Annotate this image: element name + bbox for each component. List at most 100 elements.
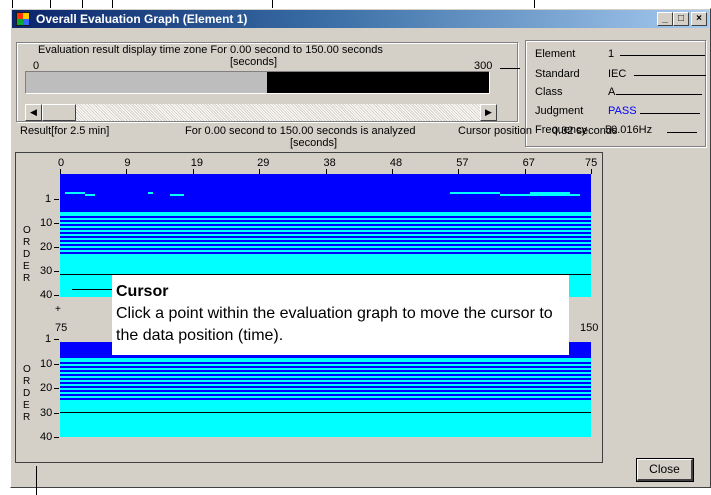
analyzed-unit: [seconds] [290, 137, 338, 149]
x-tick-label: 19 [190, 157, 203, 169]
y-tick-label: 30 [40, 265, 53, 277]
order-axis-letter: R [23, 376, 31, 387]
x-tick-label: 75 [55, 322, 68, 334]
standard-value: IEC [608, 68, 627, 80]
graph-line [60, 248, 591, 250]
y-tick-label: 30 [40, 406, 53, 419]
graph-line [60, 216, 591, 218]
graph-line [60, 220, 591, 222]
graph-mark [560, 194, 580, 196]
close-button[interactable]: Close [636, 458, 694, 482]
display-zone-label: Evaluation result display time zone For … [38, 44, 383, 56]
window-title: Overall Evaluation Graph (Element 1) [36, 12, 248, 26]
standard-label: Standard [535, 68, 580, 80]
graph-line [60, 398, 591, 400]
y-tick-mark [54, 247, 59, 248]
order-axis-letter: R [23, 237, 31, 248]
scroll-right-icon: ▶ [485, 107, 492, 117]
y-tick-mark [54, 412, 59, 414]
y-tick-label: 1 [45, 193, 52, 205]
graph-line [60, 244, 591, 246]
y-tick-mark [54, 271, 59, 272]
callout-line [36, 466, 37, 495]
title-bar[interactable]: Overall Evaluation Graph (Element 1) _ □… [12, 10, 709, 28]
cursor-leader-line [72, 289, 114, 290]
graph-line [60, 378, 591, 380]
bottom-evaluation-graph[interactable] [60, 342, 591, 437]
y-tick-label: 40 [40, 289, 53, 301]
y-tick-label: 40 [40, 431, 53, 443]
time-zone-scrollbar[interactable]: ◀ ▶ [25, 104, 497, 121]
graph-line [60, 382, 591, 384]
graph-line [60, 236, 591, 238]
x-tick-label: 9 [124, 157, 131, 169]
x-tick-mark [591, 169, 592, 174]
graph-mark [65, 192, 85, 194]
judgment-label: Judgment [535, 105, 584, 117]
cursor-position-value: 0.32 seconds [552, 125, 618, 137]
graph-mark [500, 194, 560, 196]
x-tick-label: 57 [456, 157, 469, 169]
scroll-thumb[interactable] [42, 104, 76, 121]
judgment-value: PASS [608, 105, 637, 117]
scroll-left-button[interactable]: ◀ [25, 104, 42, 121]
y-tick-mark [54, 199, 59, 200]
scroll-right-button[interactable]: ▶ [480, 104, 497, 121]
graph-line [60, 390, 591, 392]
cursor-tooltip: Cursor Click a point within the evaluati… [112, 275, 569, 355]
x-tick-label: 0 [58, 157, 65, 169]
result-label: Result[for 2.5 min] [20, 125, 110, 137]
minimize-button[interactable]: _ [657, 12, 673, 26]
x-tick-label: 48 [389, 157, 403, 169]
graph-line [60, 228, 591, 230]
graph-mark [170, 194, 184, 196]
order-axis-letter: E [23, 400, 30, 411]
callout-line [667, 132, 697, 133]
graph-mark [148, 192, 153, 194]
callout-line [616, 94, 702, 95]
x-tick-label: 29 [257, 157, 270, 169]
y-tick-mark [54, 223, 59, 224]
x-tick-label: 75 [585, 157, 598, 169]
order-reference-line [60, 412, 591, 413]
app-icon [16, 12, 30, 26]
graph-line [60, 370, 591, 372]
order-axis-letter: E [23, 261, 30, 272]
callout-line [640, 113, 700, 114]
tooltip-body: Click a point within the evaluation grap… [116, 305, 553, 344]
window-close-button[interactable]: × [691, 12, 707, 26]
y-tick-mark [54, 437, 59, 438]
maximize-button[interactable]: □ [673, 12, 689, 26]
x-tick-label: 150 [580, 322, 599, 334]
y-tick-mark [54, 295, 59, 296]
y-tick-mark [54, 388, 59, 389]
time-zone-bar[interactable] [25, 71, 490, 94]
order-axis-letter: O [23, 225, 31, 236]
graph-mark [450, 192, 500, 194]
graph-line [60, 252, 591, 254]
graph-line [60, 366, 591, 368]
element-value: 1 [608, 48, 615, 60]
y-tick-label: 10 [40, 217, 53, 229]
order-axis-letter: O [23, 364, 31, 375]
class-value: A [608, 86, 616, 98]
order-axis-letter: D [23, 388, 31, 399]
order-axis-letter: D [23, 249, 31, 260]
graph-line [60, 386, 591, 388]
graph-mark [85, 194, 95, 196]
order-axis-letter: R [23, 273, 31, 284]
graph-band [60, 174, 591, 212]
order-axis-letter: R [23, 412, 31, 423]
y-tick-label: 1 [45, 333, 52, 345]
callout-line [634, 75, 706, 76]
tooltip-title: Cursor [116, 283, 169, 300]
analyzed-range: For 0.00 second to 150.00 seconds is ana… [185, 125, 416, 137]
x-tick-label: 38 [323, 157, 336, 169]
graph-line [60, 362, 591, 364]
graph-line [60, 374, 591, 376]
y-tick-label: 20 [40, 382, 53, 394]
y-tick-label: 20 [40, 241, 53, 253]
y-tick-mark [54, 339, 59, 340]
cursor-position-label: Cursor position [458, 125, 532, 137]
element-label: Element [535, 48, 576, 60]
